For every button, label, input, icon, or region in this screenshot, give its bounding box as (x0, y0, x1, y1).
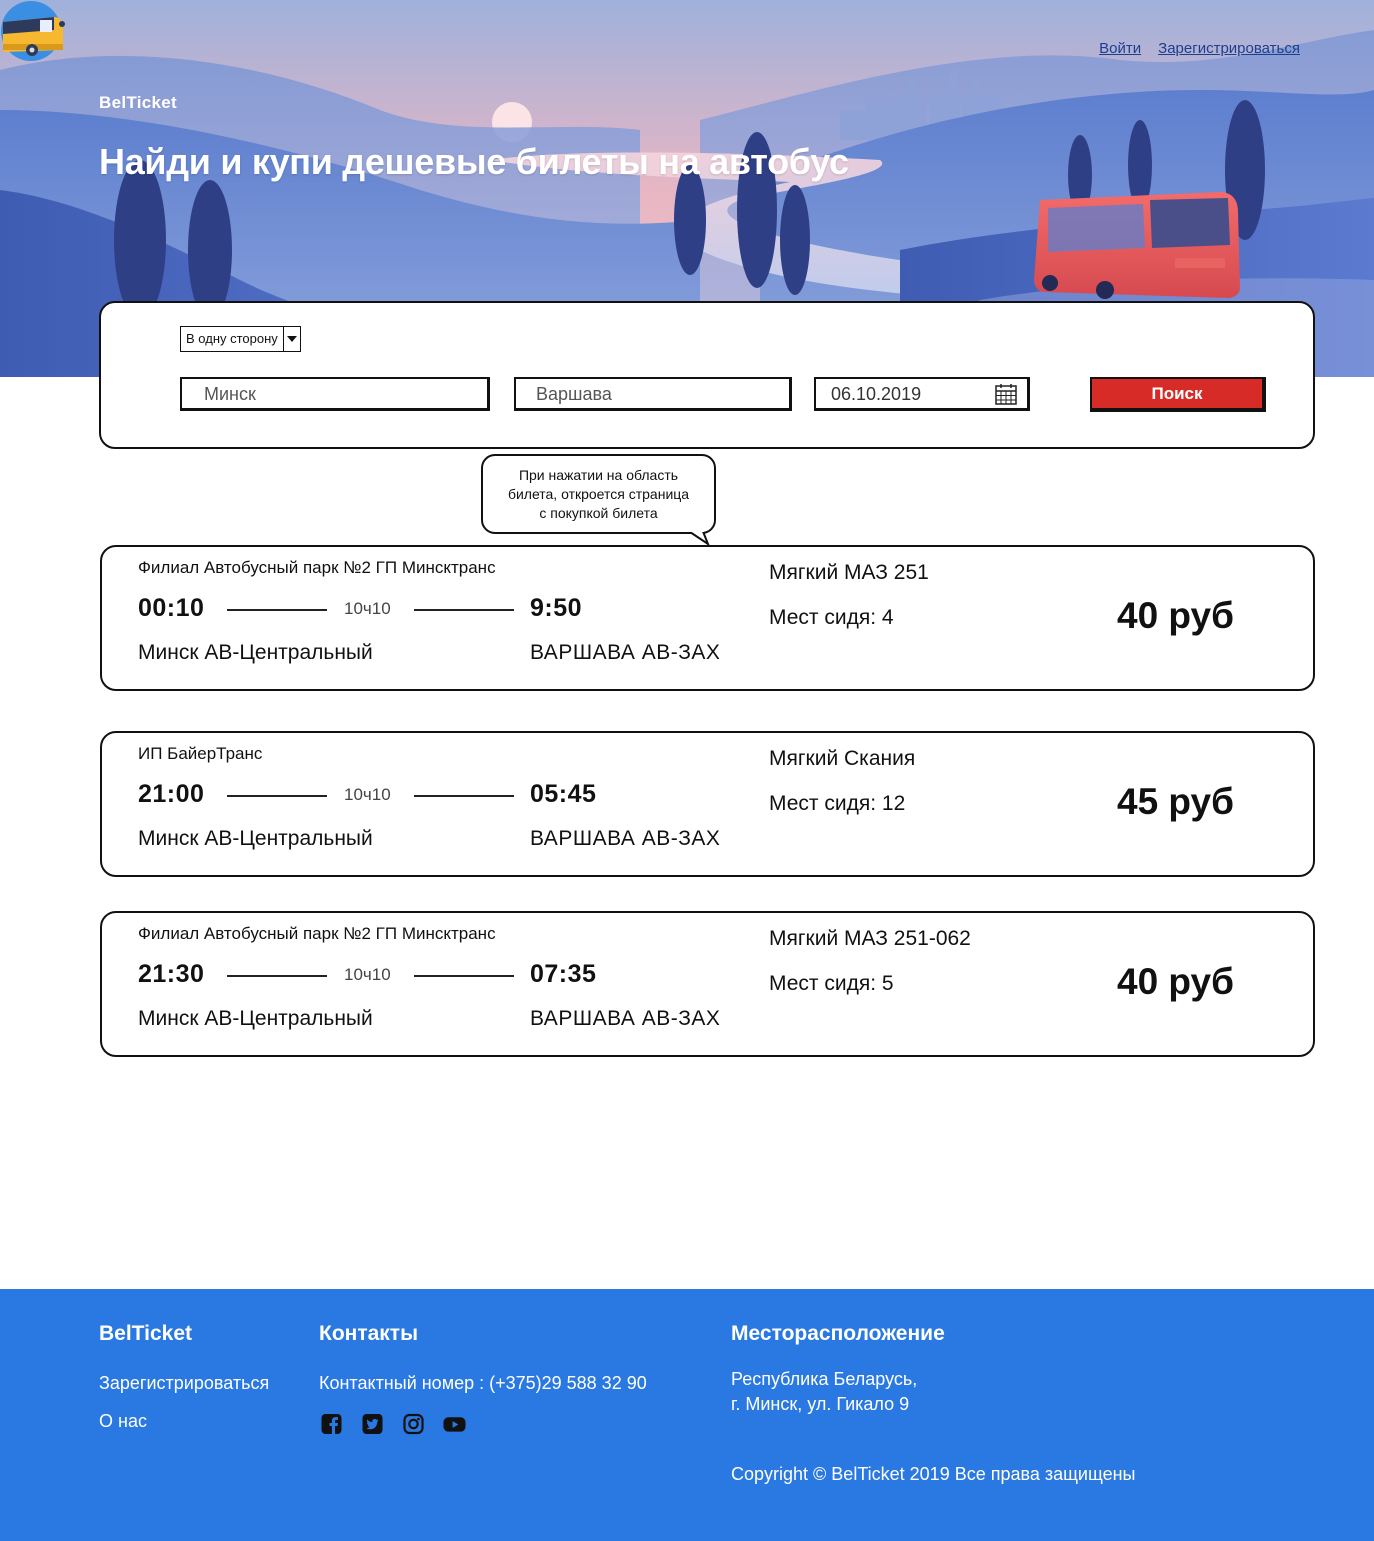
ticket-card[interactable]: ИП БайерТранс 21:00 10ч10 05:45 Минск АВ… (100, 731, 1315, 877)
hint-line-3: с покупкой билета (539, 505, 658, 521)
search-panel: В одну сторону Минск Варшава 06.10.2019 … (99, 301, 1315, 449)
departure-time: 21:30 (138, 960, 205, 988)
carrier-name: Филиал Автобусный парк №2 ГП Минсктранс (138, 924, 496, 943)
footer-about-link[interactable]: О нас (99, 1411, 147, 1432)
address-line-2: г. Минск, ул. Гикало 9 (731, 1394, 910, 1414)
ticket-price: 40 руб (1117, 961, 1234, 1002)
bus-model: Мягкий Скания (769, 747, 916, 770)
trip-type-select[interactable]: В одну сторону (180, 326, 301, 352)
departure-station: Минск АВ-Центральный (138, 827, 373, 850)
route-line (227, 609, 327, 611)
hint-line-2: билета, откроется страница (507, 486, 690, 502)
ticket-price: 45 руб (1117, 781, 1234, 822)
copyright: Copyright © BelTicket 2019 Все права защ… (731, 1464, 1136, 1484)
register-link[interactable]: Зарегистрироваться (1158, 40, 1300, 57)
calendar-icon[interactable] (995, 383, 1017, 405)
arrival-station: ВАРШАВА АВ-ЗАХ (530, 827, 721, 850)
auth-links: Войти Зарегистрироваться (1099, 40, 1300, 57)
arrival-station: ВАРШАВА АВ-ЗАХ (530, 641, 721, 664)
arrival-station: ВАРШАВА АВ-ЗАХ (530, 1007, 721, 1030)
ticket-hint-callout: При нажатии на область билета, откроется… (481, 454, 716, 534)
date-value: 06.10.2019 (831, 384, 922, 404)
carrier-name: ИП БайерТранс (138, 744, 263, 763)
location-heading: Месторасположение (731, 1322, 945, 1345)
arrival-time: 05:45 (530, 780, 597, 808)
seats-count: Мест сидя: 4 (769, 606, 894, 629)
footer-brand: BelTicket (99, 1322, 192, 1345)
seats-count: Мест сидя: 5 (769, 972, 894, 995)
arrival-time: 9:50 (530, 594, 583, 622)
social-links (320, 1413, 466, 1435)
chevron-down-icon[interactable] (282, 327, 300, 351)
trip-duration: 10ч10 (344, 965, 391, 984)
hint-line-1: При нажатии на область (518, 467, 679, 483)
twitter-icon[interactable] (361, 1413, 384, 1435)
footer-register-link[interactable]: Зарегистрироваться (99, 1373, 269, 1394)
facebook-icon[interactable] (320, 1413, 343, 1435)
arrival-time: 07:35 (530, 960, 597, 988)
instagram-icon[interactable] (402, 1413, 425, 1435)
departure-time: 21:00 (138, 780, 205, 808)
brand-name[interactable]: BelTicket (99, 93, 177, 113)
route-line (414, 975, 514, 977)
seats-count: Мест сидя: 12 (769, 792, 906, 815)
hero-title: Найди и купи дешевые билеты на автобус (99, 141, 849, 182)
search-button[interactable]: Поиск (1090, 377, 1266, 412)
departure-station: Минск АВ-Центральный (138, 1007, 373, 1030)
address-line-1: Республика Беларусь, (731, 1369, 918, 1389)
callout-tail (690, 527, 710, 545)
ticket-card[interactable]: Филиал Автобусный парк №2 ГП Минсктранс … (100, 545, 1315, 691)
carrier-name: Филиал Автобусный парк №2 ГП Минсктранс (138, 558, 496, 577)
contact-phone: Контактный номер : (+375)29 588 32 90 (319, 1373, 647, 1393)
date-input[interactable]: 06.10.2019 (814, 377, 1030, 411)
to-city-input[interactable]: Варшава (514, 377, 792, 411)
departure-station: Минск АВ-Центральный (138, 641, 373, 664)
login-link[interactable]: Войти (1099, 40, 1141, 57)
route-line (227, 795, 327, 797)
bus-logo-icon[interactable] (0, 0, 66, 62)
departure-time: 00:10 (138, 594, 205, 622)
route-line (414, 609, 514, 611)
ticket-card[interactable]: Филиал Автобусный парк №2 ГП Минсктранс … (100, 911, 1315, 1057)
trip-type-value: В одну сторону (186, 331, 278, 346)
route-line (414, 795, 514, 797)
footer: BelTicket Зарегистрироваться О нас Конта… (0, 1289, 1374, 1541)
contacts-heading: Контакты (319, 1322, 419, 1345)
ticket-price: 40 руб (1117, 595, 1234, 636)
trip-duration: 10ч10 (344, 599, 391, 618)
youtube-icon[interactable] (443, 1413, 466, 1435)
trip-duration: 10ч10 (344, 785, 391, 804)
bus-model: Мягкий МАЗ 251 (769, 561, 929, 584)
from-city-input[interactable]: Минск (180, 377, 490, 411)
bus-model: Мягкий МАЗ 251-062 (769, 927, 971, 950)
route-line (227, 975, 327, 977)
